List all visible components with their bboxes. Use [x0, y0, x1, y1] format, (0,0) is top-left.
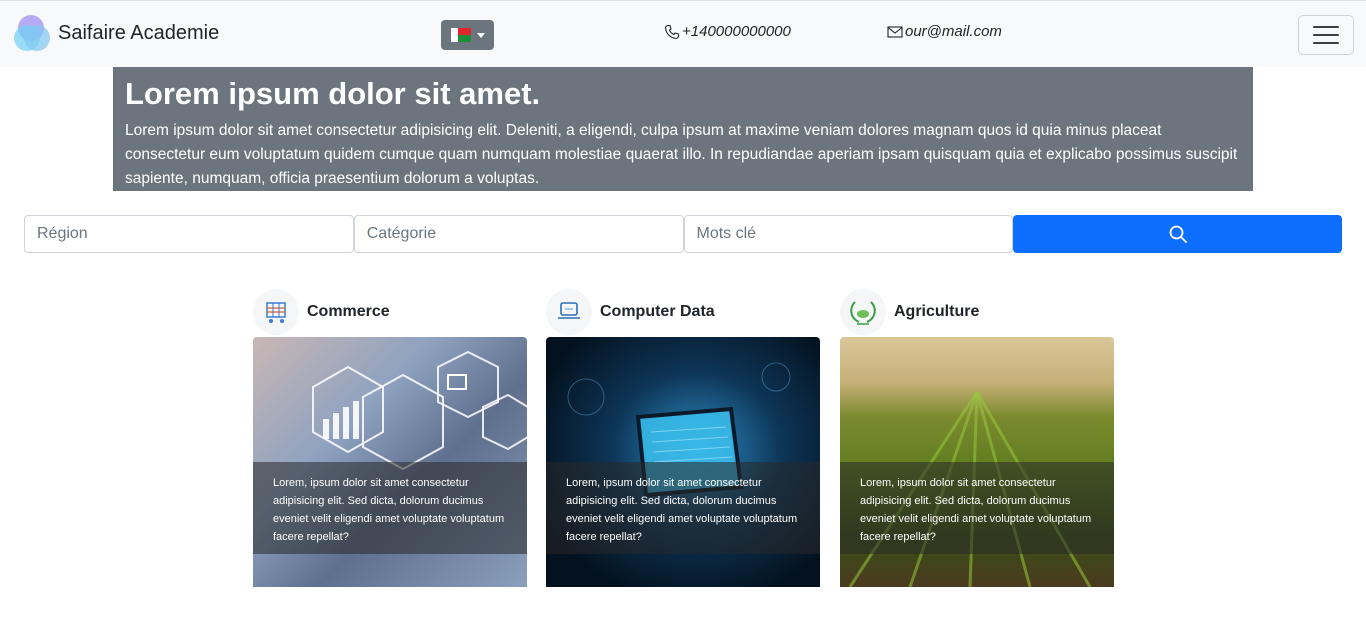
card-header: Commerce [253, 287, 527, 337]
hamburger-icon [1313, 26, 1339, 28]
card-header: Agriculture [840, 287, 1114, 337]
card-description: Lorem, ipsum dolor sit amet consectetur … [546, 462, 820, 554]
phone-number: +140000000000 [682, 23, 791, 40]
card-header: Computer Data [546, 287, 820, 337]
menu-toggle-button[interactable] [1298, 15, 1354, 55]
commerce-image: Lorem, ipsum dolor sit amet consectetur … [253, 337, 527, 587]
card-description: Lorem, ipsum dolor sit amet consectetur … [253, 462, 527, 554]
cart-icon [253, 289, 299, 335]
hero-banner: Lorem ipsum dolor sit amet. Lorem ipsum … [113, 67, 1253, 191]
navbar: Saifaire Academie +140000000000 our@mail… [0, 0, 1366, 67]
card-description: Lorem, ipsum dolor sit amet consectetur … [840, 462, 1114, 554]
category-input[interactable] [353, 215, 684, 253]
category-card-computer-data[interactable]: Computer Data Lorem, ipsum dolor sit ame… [546, 287, 820, 587]
card-title: Agriculture [894, 303, 980, 320]
card-title: Computer Data [600, 303, 715, 320]
language-dropdown[interactable] [441, 20, 494, 50]
caret-down-icon [476, 32, 485, 38]
computer-data-image: Lorem, ipsum dolor sit amet consectetur … [546, 337, 820, 587]
region-input[interactable] [24, 215, 354, 253]
hero-title: Lorem ipsum dolor sit amet. [125, 76, 541, 111]
category-card-commerce[interactable]: Commerce Lorem, ipsum dolor sit amet con… [253, 287, 527, 587]
search-icon [1169, 225, 1187, 243]
brand-name: Saifaire Academie [58, 21, 220, 44]
hero-text: Lorem ipsum dolor sit amet consectetur a… [125, 122, 1238, 187]
search-button[interactable] [1013, 215, 1342, 253]
madagascar-flag-icon [450, 28, 471, 42]
brand-link[interactable]: Saifaire Academie [12, 13, 219, 53]
envelope-icon [887, 25, 903, 38]
logo-icon [12, 13, 52, 53]
phone-contact[interactable]: +140000000000 [664, 23, 791, 40]
agriculture-image: Lorem, ipsum dolor sit amet consectetur … [840, 337, 1114, 587]
phone-icon [664, 24, 680, 39]
card-title: Commerce [307, 303, 390, 320]
email-contact[interactable]: our@mail.com [887, 23, 1002, 40]
category-card-agriculture[interactable]: Agriculture Lorem, ipsum dolor sit amet … [840, 287, 1114, 587]
keywords-input[interactable] [683, 215, 1014, 253]
computer-icon [546, 289, 592, 335]
search-bar [24, 215, 1342, 253]
email-address: our@mail.com [905, 23, 1002, 40]
wreath-icon [840, 289, 886, 335]
